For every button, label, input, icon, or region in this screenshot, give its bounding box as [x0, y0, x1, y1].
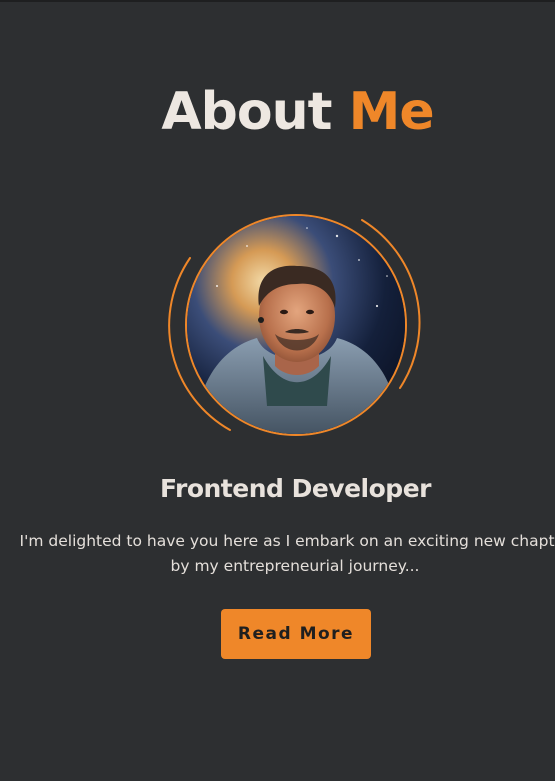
- section-title-word-me: Me: [348, 82, 435, 142]
- profile-description-line1: I'm delighted to have you here as I emba…: [19, 532, 555, 550]
- top-divider: [0, 0, 555, 2]
- read-more-button[interactable]: Read More: [221, 609, 371, 659]
- developer-portrait-icon: [187, 216, 405, 434]
- section-title: About Me: [0, 82, 555, 142]
- section-title-word-about: About: [161, 82, 332, 142]
- profile-role: Frontend Developer: [160, 474, 431, 503]
- profile-picture-frame: [168, 208, 426, 444]
- profile-description-line2: by my entrepreneurial journey...: [170, 557, 420, 575]
- profile-description: I'm delighted to have you here as I emba…: [0, 529, 555, 579]
- avatar: [185, 214, 407, 436]
